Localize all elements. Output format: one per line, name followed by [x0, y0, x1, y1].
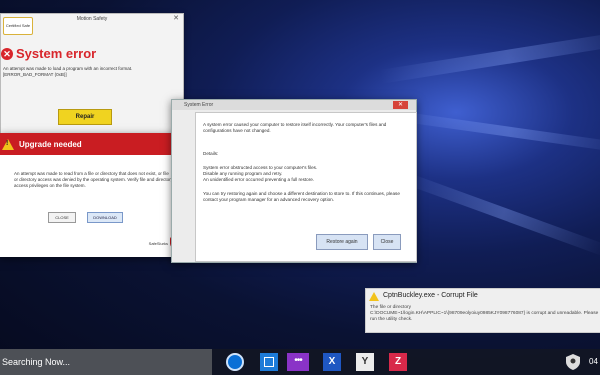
clock-icon[interactable] [226, 353, 244, 371]
window-icon[interactable] [260, 353, 278, 371]
dots-icon[interactable]: ••• [287, 353, 309, 371]
taskbar: Searching Now... ••• X Y Z 04 [0, 349, 600, 375]
close-icon[interactable]: ✕ [393, 101, 408, 109]
close-button[interactable]: CLOSE [48, 212, 76, 223]
error-heading: System error [16, 46, 97, 61]
notification-title: CptnBuckley.exe - Corrupt File [383, 292, 478, 299]
restore-again-button[interactable]: Restore again [316, 234, 368, 250]
brand-label: SafeSlurks [148, 241, 168, 246]
advice-text: You can try restoring again and choose a… [203, 191, 400, 202]
notification-body: The file or directory C:\DOCUME~1\login.… [370, 305, 600, 323]
error-line-2: [ERROR_BAD_FORMAT (0xB)] [3, 72, 67, 77]
error-icon: ✕ [1, 47, 13, 60]
system-error-window: System Error ✕ A system error caused you… [171, 99, 417, 263]
upgrade-header: ! Upgrade needed [0, 133, 186, 155]
upgrade-heading: Upgrade needed [19, 139, 82, 149]
close-button[interactable]: Close [373, 234, 401, 250]
search-box[interactable]: Searching Now... [0, 349, 212, 375]
window-title: System Error [172, 100, 416, 110]
desktop-background: Motion Safety ✕ Certified Safe ✕ System … [0, 0, 600, 375]
y-app-icon[interactable]: Y [356, 353, 374, 371]
error-heading-row: ✕ System error [1, 46, 96, 61]
repair-button[interactable]: Repair [58, 109, 112, 125]
clock-time: 04 [589, 357, 598, 366]
corrupt-file-notification[interactable]: CptnBuckley.exe - Corrupt File The file … [365, 288, 600, 333]
shield-icon[interactable] [566, 354, 580, 370]
motion-safety-window: Motion Safety ✕ Certified Safe ✕ System … [0, 13, 184, 140]
detail-line-3: An unidentified error occurred preventin… [203, 177, 315, 182]
warning-icon [369, 292, 379, 301]
download-button[interactable]: DOWNLOAD [87, 212, 123, 223]
z-app-icon[interactable]: Z [389, 353, 407, 371]
certified-safe-badge: Certified Safe [3, 17, 33, 35]
close-icon[interactable]: ✕ [173, 14, 179, 22]
warning-icon: ! [2, 138, 14, 150]
upgrade-message: An attempt was made to read from a file … [14, 171, 173, 188]
intro-text: A system error caused your computer to r… [203, 122, 387, 133]
x-app-icon[interactable]: X [323, 353, 341, 371]
upgrade-dialog: ! Upgrade needed ✕ An attempt was made t… [0, 121, 190, 257]
details-label: Details: [203, 151, 219, 156]
system-error-content: A system error caused your computer to r… [195, 112, 417, 262]
notification-line-2: C:\DOCUME~1\login.KH\APPLIC~1\{98709eoly… [370, 311, 599, 322]
error-message: An attempt was made to load a program wi… [3, 66, 178, 78]
